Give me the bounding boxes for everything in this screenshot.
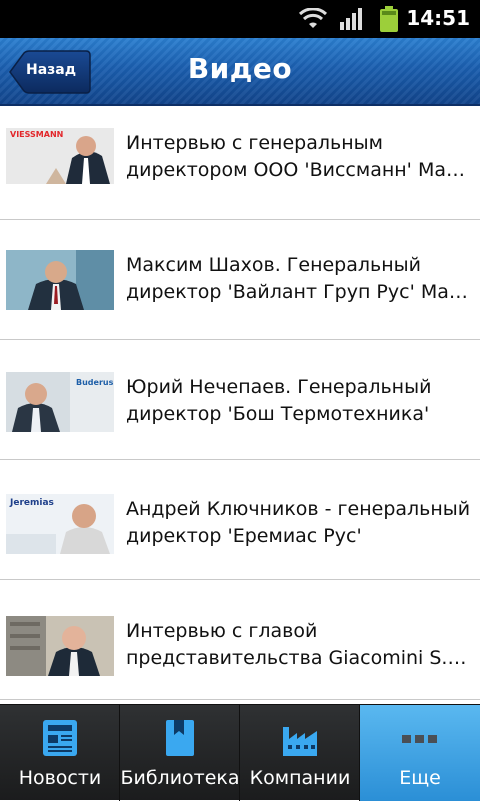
page-title: Видео	[187, 52, 293, 85]
signal-icon	[340, 8, 362, 30]
list-item[interactable]: Jeremias Андрей Ключников - генеральный …	[0, 460, 480, 580]
library-icon	[166, 720, 194, 756]
list-item[interactable]: Buderus Юрий Нечепаев. Генеральный дирек…	[0, 340, 480, 460]
header: Назад Видео	[0, 38, 480, 106]
video-list[interactable]: VIESSMANN Интервью с генеральным директо…	[0, 106, 480, 704]
list-item-title: Юрий Нечепаев. Генеральный директор 'Бош…	[126, 374, 474, 428]
list-item-line1: Максим Шахов. Генеральный	[126, 254, 421, 276]
list-item-title: Максим Шахов. Генеральный директор 'Вайл…	[126, 252, 474, 306]
list-item-title: Интервью с главой представительства Giac…	[126, 618, 474, 672]
tab-library[interactable]: Библиотека	[120, 705, 240, 801]
list-item-line1: Интервью с генеральным	[126, 132, 383, 154]
video-thumbnail: Jeremias	[6, 494, 114, 554]
thumb-logo: Jeremias	[10, 498, 54, 508]
more-icon	[402, 735, 437, 743]
list-item-line2: директор 'Бош Термотехника'	[126, 403, 430, 425]
video-thumbnail: VIESSMANN	[6, 128, 114, 184]
tab-label: Еще	[399, 767, 441, 789]
list-item[interactable]: VIESSMANN Интервью с генеральным директо…	[0, 106, 480, 220]
tab-companies[interactable]: Компании	[240, 705, 360, 801]
status-time: 14:51	[406, 6, 470, 30]
wifi-icon	[298, 8, 328, 28]
list-item-title: Андрей Ключников - генеральный директор …	[126, 496, 474, 550]
video-thumbnail: Buderus	[6, 372, 114, 432]
list-item-line2: директором ООО 'Виссманн' Мар...	[126, 159, 474, 181]
list-item[interactable]: Максим Шахов. Генеральный директор 'Вайл…	[0, 220, 480, 340]
tab-label: Компании	[249, 767, 351, 789]
list-item[interactable]: Интервью с главой представительства Giac…	[0, 580, 480, 700]
list-item-line2: директор 'Вайлант Груп Рус' Макс...	[126, 281, 474, 303]
tab-more[interactable]: Еще	[360, 705, 480, 801]
tab-label: Библиотека	[120, 767, 240, 789]
list-item-title: Интервью с генеральным директором ООО 'В…	[126, 130, 474, 184]
list-item-line1: Юрий Нечепаев. Генеральный	[126, 376, 432, 398]
list-item-line1: Интервью с главой	[126, 620, 318, 642]
tab-bar: Новости Библиотека Компании Еще	[0, 704, 480, 801]
tab-news[interactable]: Новости	[0, 705, 120, 801]
battery-icon	[380, 6, 398, 32]
tab-label: Новости	[18, 767, 102, 789]
list-item-line2: директор 'Еремиас Рус'	[126, 525, 362, 547]
status-bar: 14:51	[0, 0, 480, 38]
video-thumbnail	[6, 616, 114, 676]
news-icon	[43, 720, 77, 756]
list-item-line2: представительства Giacomini S.p....	[126, 647, 474, 669]
factory-icon	[283, 727, 317, 756]
thumb-logo: Buderus	[76, 378, 114, 387]
list-item-line1: Андрей Ключников - генеральный	[126, 498, 471, 520]
thumb-logo: VIESSMANN	[10, 130, 64, 139]
video-thumbnail	[6, 250, 114, 310]
